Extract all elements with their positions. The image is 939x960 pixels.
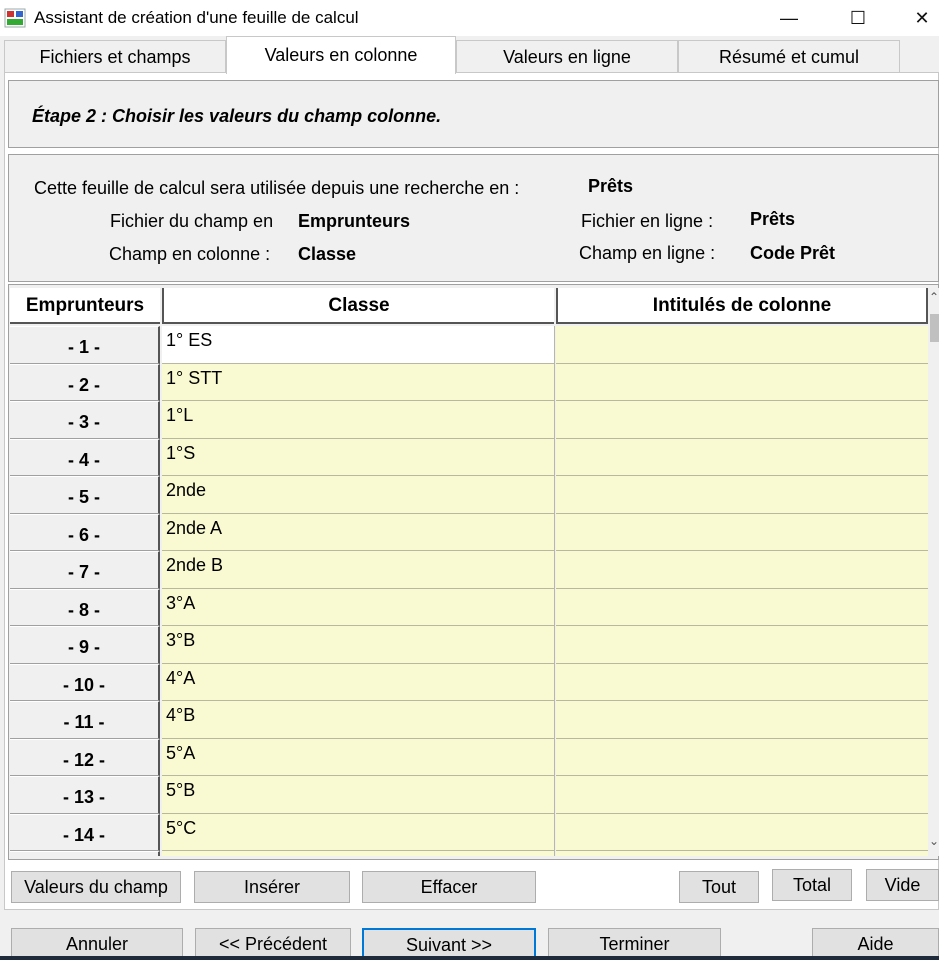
step-title: Étape 2 : Choisir les valeurs du champ c… (32, 106, 442, 126)
row-field-value: Code Prêt (750, 243, 836, 263)
table-row: - 12 - 5°A (10, 738, 928, 776)
cell-classe[interactable] (162, 851, 555, 856)
minimize-button[interactable]: — (766, 0, 812, 36)
table-row: - 7 - 2nde B (10, 551, 928, 589)
cell-intitule[interactable] (556, 851, 928, 856)
cell-classe[interactable]: 2nde A (162, 513, 555, 551)
maximize-button[interactable]: ☐ (835, 0, 881, 36)
tab-resume-et-cumul[interactable]: Résumé et cumul (678, 40, 900, 72)
scroll-thumb[interactable] (930, 314, 939, 342)
cell-classe[interactable]: 2nde (162, 476, 555, 514)
table-row: - 11 - 4°B (10, 701, 928, 739)
table-row: - 9 - 3°B (10, 626, 928, 664)
cell-intitule[interactable] (556, 663, 928, 701)
grid-scrollbar[interactable] (929, 288, 939, 856)
cell-intitule[interactable] (556, 363, 928, 401)
cell-intitule[interactable] (556, 438, 928, 476)
row-header[interactable]: - 8 - (10, 588, 160, 626)
table-row: - 6 - 2nde A (10, 513, 928, 551)
cell-classe[interactable]: 1°L (162, 401, 555, 439)
table-row: - 1 - 1° ES (10, 326, 928, 364)
tab-valeurs-en-colonne[interactable]: Valeurs en colonne (226, 36, 456, 74)
cell-intitule[interactable] (556, 513, 928, 551)
file-row-label: Fichier en ligne : (581, 211, 714, 231)
cell-classe[interactable]: 1° ES (162, 326, 555, 364)
col-field-value: Classe (298, 244, 357, 264)
header-intitules[interactable]: Intitulés de colonne (556, 288, 928, 324)
row-header[interactable]: - 6 - (10, 513, 160, 551)
file-col-value: Emprunteurs (298, 211, 411, 231)
row-header[interactable]: - 14 - (10, 813, 160, 851)
app-icon (4, 8, 26, 28)
vide-button[interactable]: Vide (866, 869, 939, 901)
row-header[interactable] (10, 851, 160, 856)
file-row-value: Prêts (750, 209, 796, 229)
search-label: Cette feuille de calcul sera utilisée de… (34, 178, 520, 198)
row-header[interactable]: - 2 - (10, 363, 160, 401)
row-field-label: Champ en ligne : (579, 243, 716, 263)
cell-intitule[interactable] (556, 401, 928, 439)
title-bar: Assistant de création d'une feuille de c… (0, 0, 939, 36)
cell-intitule[interactable] (556, 326, 928, 364)
scroll-down-icon[interactable]: ⌄ (929, 834, 939, 854)
cell-classe[interactable]: 4°A (162, 663, 555, 701)
cell-intitule[interactable] (556, 776, 928, 814)
tout-button[interactable]: Tout (679, 871, 759, 903)
table-row (10, 851, 928, 856)
scroll-up-icon[interactable]: ⌃ (929, 290, 939, 310)
cell-classe[interactable]: 5°B (162, 776, 555, 814)
cell-classe[interactable]: 1° STT (162, 363, 555, 401)
cell-classe[interactable]: 5°C (162, 813, 555, 851)
cell-intitule[interactable] (556, 701, 928, 739)
cell-intitule[interactable] (556, 588, 928, 626)
valeurs-du-champ-button[interactable]: Valeurs du champ (11, 871, 181, 903)
cell-classe[interactable]: 3°A (162, 588, 555, 626)
table-row: - 4 - 1°S (10, 438, 928, 476)
col-field-label: Champ en colonne : (109, 244, 271, 264)
row-header[interactable]: - 11 - (10, 701, 160, 739)
header-classe[interactable]: Classe (162, 288, 554, 324)
effacer-button[interactable]: Effacer (362, 871, 536, 903)
row-header[interactable]: - 1 - (10, 326, 160, 364)
row-header[interactable]: - 4 - (10, 438, 160, 476)
table-row: - 5 - 2nde (10, 476, 928, 514)
search-value: Prêts (588, 176, 634, 196)
table-row: - 13 - 5°B (10, 776, 928, 814)
cell-classe[interactable]: 1°S (162, 438, 555, 476)
header-emprunteurs: Emprunteurs (10, 288, 160, 324)
taskbar-edge (0, 956, 939, 960)
cell-intitule[interactable] (556, 551, 928, 589)
row-header[interactable]: - 5 - (10, 476, 160, 514)
cell-intitule[interactable] (556, 626, 928, 664)
row-header[interactable]: - 13 - (10, 776, 160, 814)
cell-intitule[interactable] (556, 738, 928, 776)
inserer-button[interactable]: Insérer (194, 871, 350, 903)
table-row: - 3 - 1°L (10, 401, 928, 439)
tab-fichiers-et-champs[interactable]: Fichiers et champs (4, 40, 226, 72)
cell-classe[interactable]: 5°A (162, 738, 555, 776)
row-header[interactable]: - 12 - (10, 738, 160, 776)
table-row: - 2 - 1° STT (10, 363, 928, 401)
table-row: - 10 - 4°A (10, 663, 928, 701)
row-header[interactable]: - 10 - (10, 663, 160, 701)
cell-classe[interactable]: 2nde B (162, 551, 555, 589)
cell-classe[interactable]: 4°B (162, 701, 555, 739)
cell-classe[interactable]: 3°B (162, 626, 555, 664)
cell-intitule[interactable] (556, 476, 928, 514)
tab-valeurs-en-ligne[interactable]: Valeurs en ligne (456, 40, 678, 72)
file-col-label: Fichier du champ en (110, 211, 274, 231)
row-header[interactable]: - 9 - (10, 626, 160, 664)
table-row: - 14 - 5°C (10, 813, 928, 851)
cell-intitule[interactable] (556, 813, 928, 851)
table-row: - 8 - 3°A (10, 588, 928, 626)
total-button[interactable]: Total (772, 869, 852, 901)
window-title: Assistant de création d'une feuille de c… (34, 8, 359, 27)
close-button[interactable]: ✕ (905, 0, 939, 36)
grid-rows: - 1 - 1° ES - 2 - 1° STT - 3 - 1°L - 4 -… (10, 326, 928, 856)
row-header[interactable]: - 7 - (10, 551, 160, 589)
row-header[interactable]: - 3 - (10, 401, 160, 439)
